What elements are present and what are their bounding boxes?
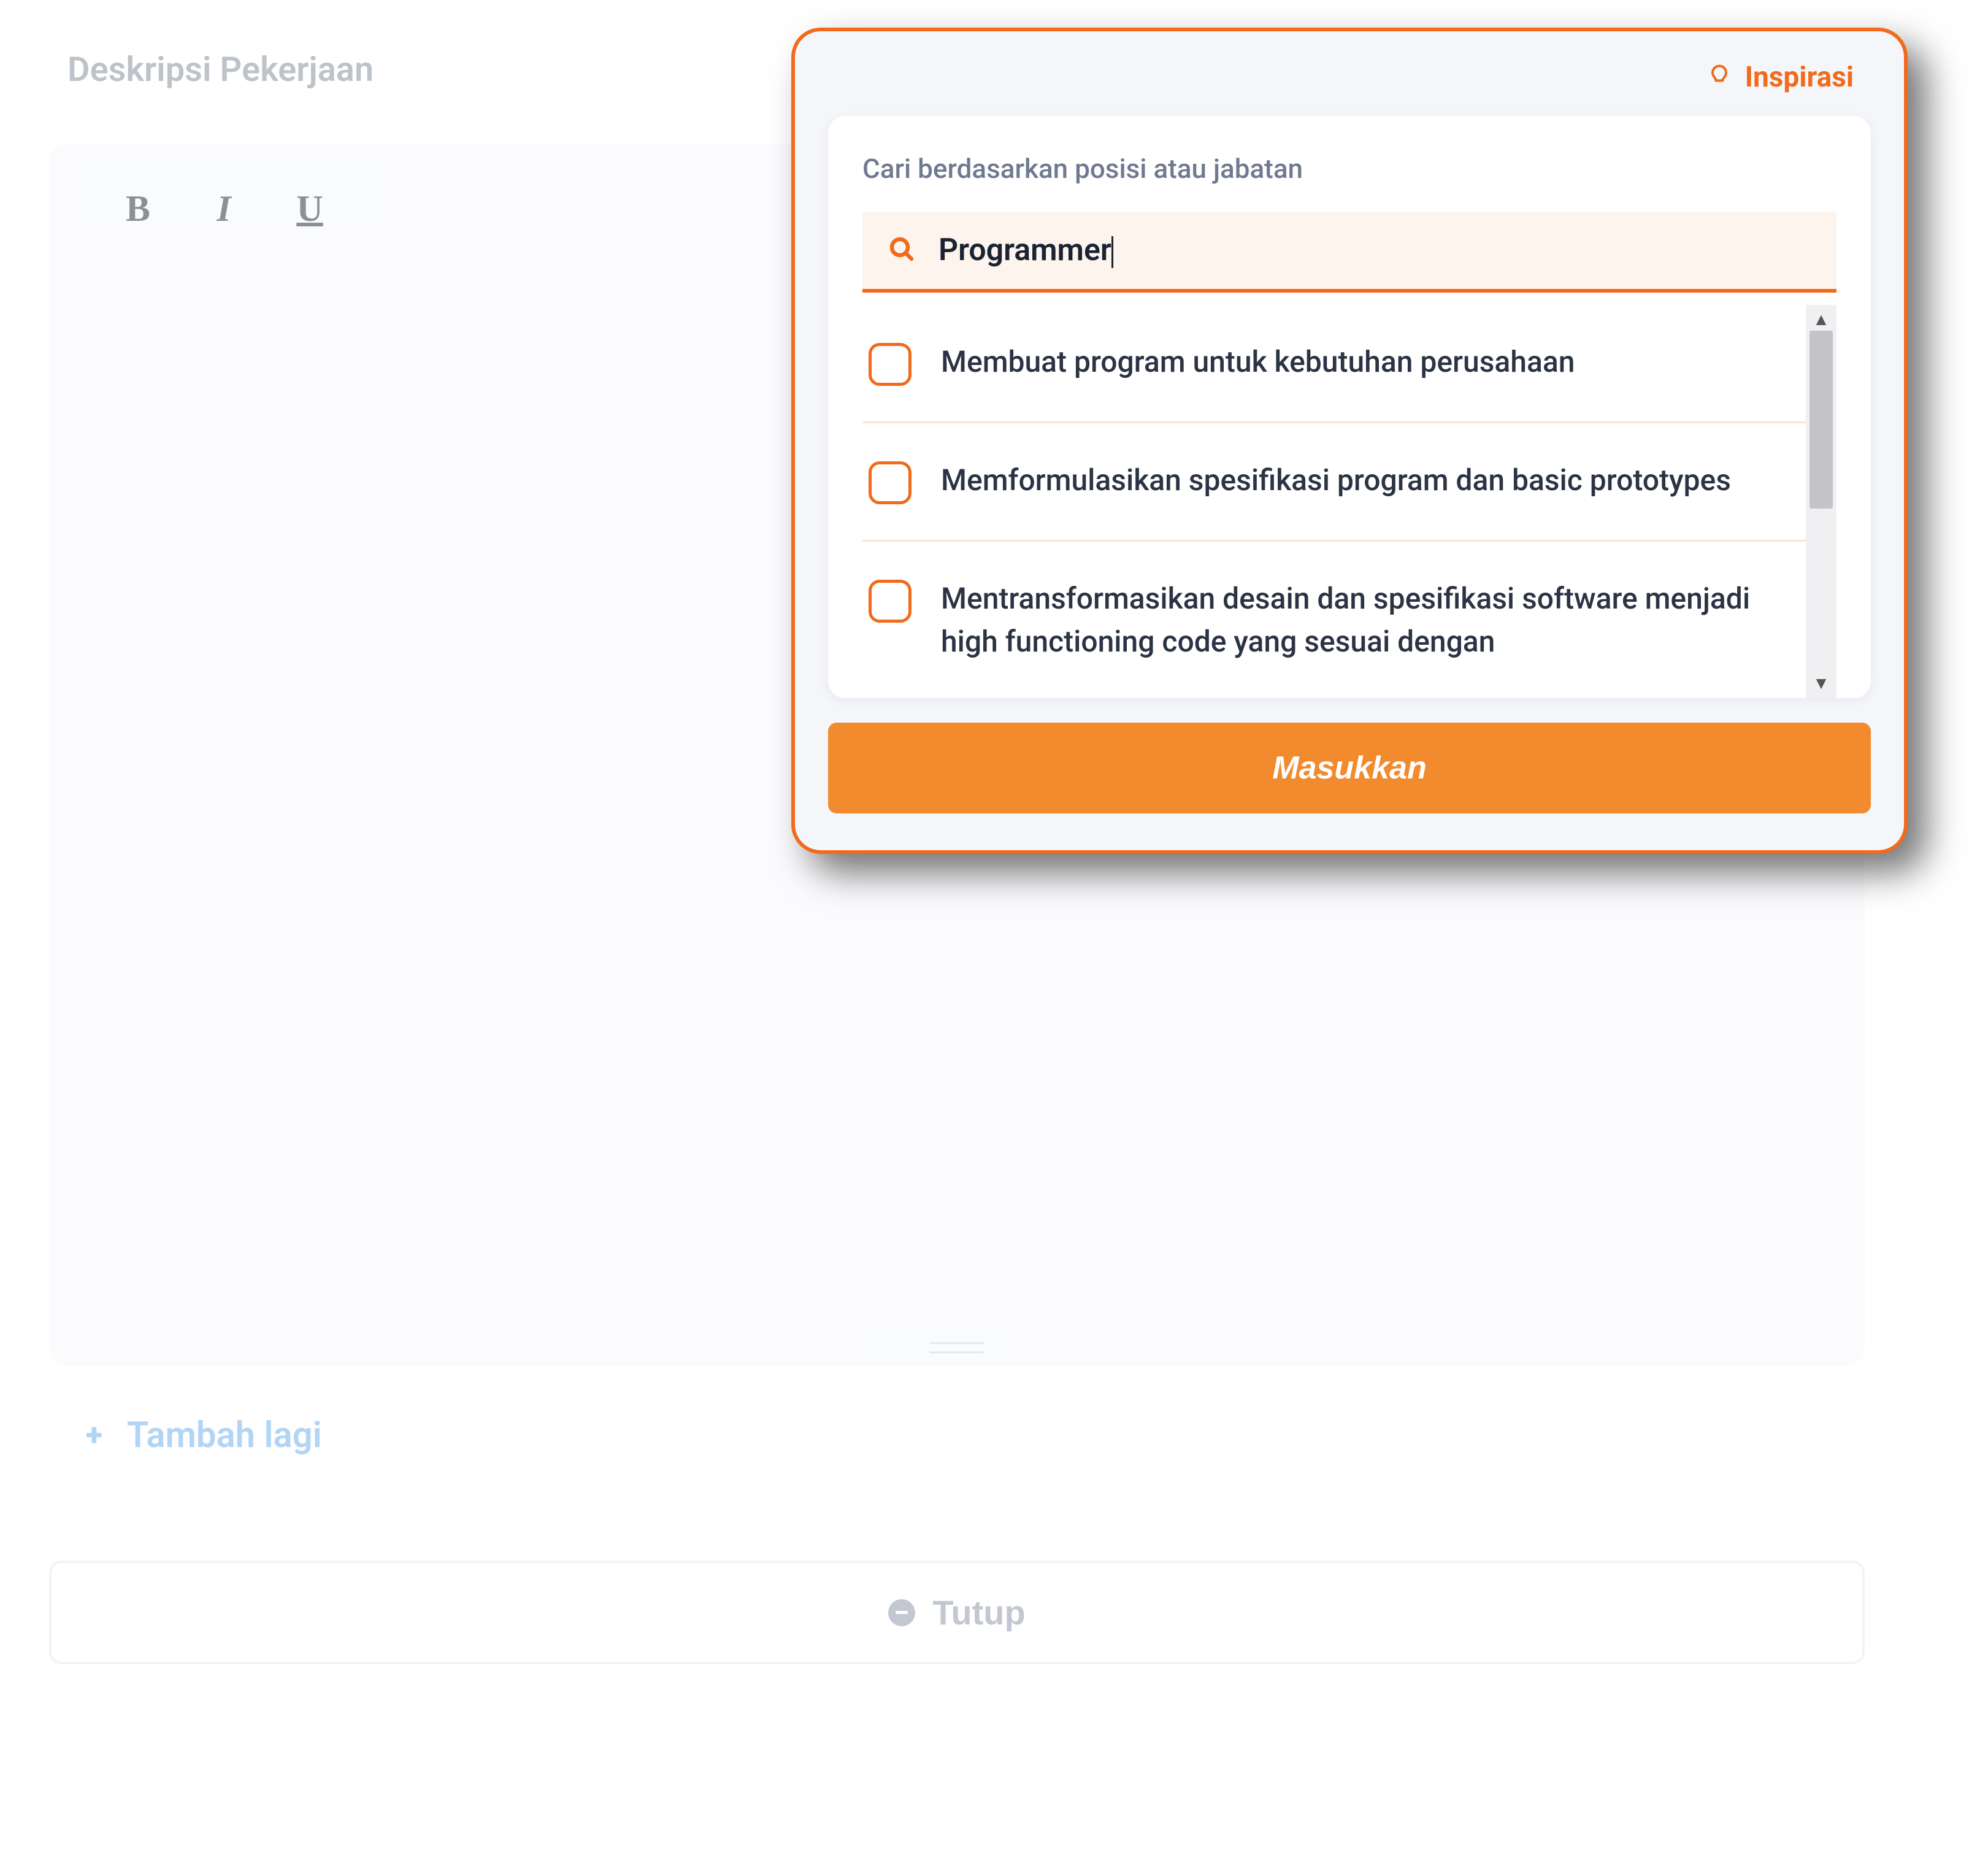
- checkbox[interactable]: [869, 580, 911, 623]
- search-input[interactable]: Programmer: [938, 232, 1812, 268]
- italic-button[interactable]: I: [209, 188, 239, 230]
- resize-handle[interactable]: [929, 1342, 984, 1353]
- results-list: Membuat program untuk kebutuhan perusaha…: [862, 305, 1806, 698]
- plus-icon: +: [86, 1418, 102, 1453]
- checkbox[interactable]: [869, 461, 911, 504]
- result-text: Membuat program untuk kebutuhan perusaha…: [941, 340, 1575, 383]
- result-text: Mentransformasikan desain dan spesifikas…: [941, 577, 1800, 663]
- minus-circle-icon: [888, 1599, 915, 1626]
- text-caret: [1111, 236, 1113, 268]
- close-label: Tutup: [932, 1592, 1025, 1632]
- underline-button[interactable]: U: [294, 188, 325, 230]
- add-more-label: Tambah lagi: [127, 1415, 322, 1456]
- result-item[interactable]: Membuat program untuk kebutuhan perusaha…: [862, 305, 1806, 423]
- result-text: Memformulasikan spesifikasi program dan …: [941, 459, 1731, 502]
- scroll-track[interactable]: [1806, 331, 1836, 672]
- search-icon: [887, 234, 916, 266]
- scroll-thumb[interactable]: [1810, 331, 1833, 509]
- bold-button[interactable]: B: [123, 188, 153, 230]
- lightbulb-icon: [1706, 63, 1733, 92]
- inspiration-label: Inspirasi: [1745, 61, 1854, 94]
- result-item[interactable]: Memformulasikan spesifikasi program dan …: [862, 423, 1806, 542]
- inspiration-header[interactable]: Inspirasi: [828, 61, 1871, 116]
- search-field[interactable]: Programmer: [862, 212, 1836, 293]
- scroll-up-icon[interactable]: ▲: [1810, 309, 1832, 331]
- inspiration-popover: Inspirasi Cari berdasarkan posisi atau j…: [791, 28, 1908, 854]
- results-container: Membuat program untuk kebutuhan perusaha…: [862, 305, 1836, 698]
- search-instruction: Cari berdasarkan posisi atau jabatan: [862, 153, 1836, 185]
- close-button[interactable]: Tutup: [49, 1561, 1865, 1664]
- checkbox[interactable]: [869, 343, 911, 386]
- scrollbar[interactable]: ▲ ▼: [1806, 305, 1836, 698]
- add-more-button[interactable]: + Tambah lagi: [86, 1415, 1939, 1456]
- search-card: Cari berdasarkan posisi atau jabatan Pro…: [828, 116, 1871, 698]
- submit-button[interactable]: Masukkan: [828, 723, 1871, 813]
- scroll-down-icon[interactable]: ▼: [1810, 672, 1832, 694]
- result-item[interactable]: Mentransformasikan desain dan spesifikas…: [862, 542, 1806, 698]
